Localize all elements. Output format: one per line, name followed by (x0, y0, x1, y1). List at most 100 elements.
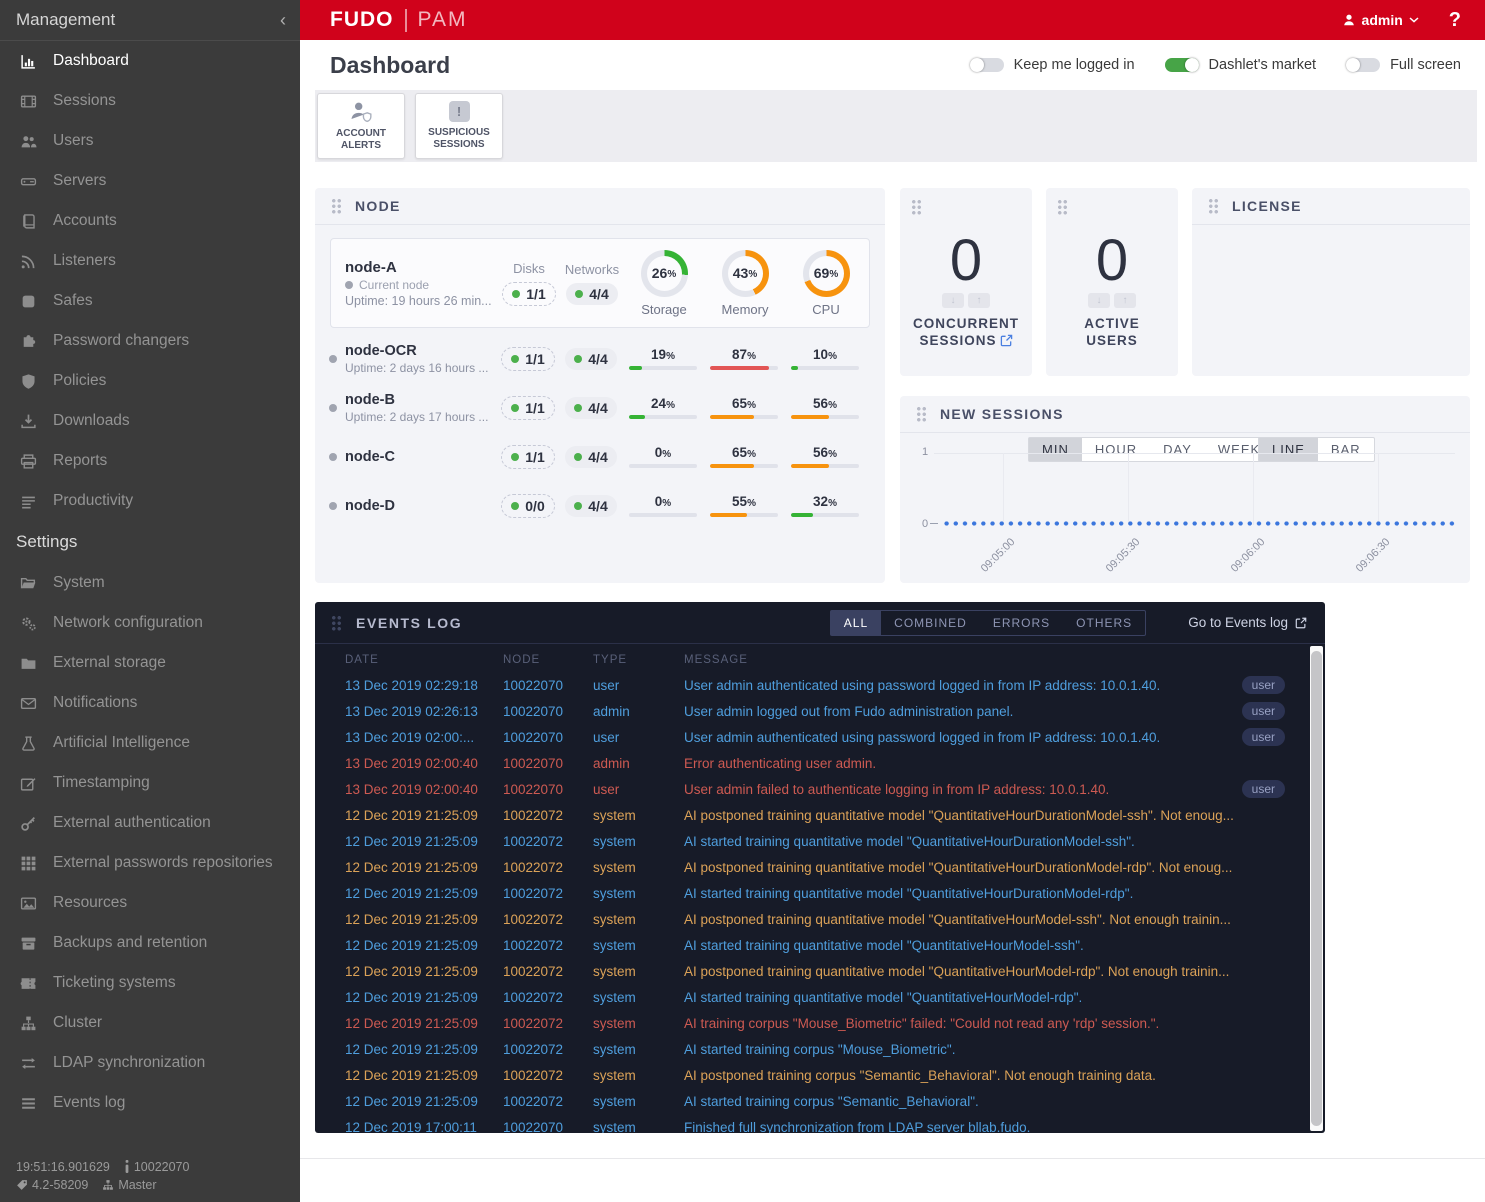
sidebar-item-timestamping[interactable]: Timestamping (0, 763, 300, 803)
sidebar-item-label: Resources (53, 894, 127, 912)
drag-handle-icon[interactable] (1208, 198, 1219, 214)
main-area: FUDO PAM admin ? Dashboard K (300, 0, 1485, 1202)
user-menu[interactable]: admin (1342, 12, 1419, 28)
sidebar-item-ldap-synchronization[interactable]: LDAP synchronization (0, 1043, 300, 1083)
event-row: 12 Dec 2019 21:25:09 10022072 system AI … (315, 880, 1325, 906)
chart-type-tab[interactable]: LINE (1259, 438, 1318, 461)
event-row: 12 Dec 2019 21:25:09 10022072 system AI … (315, 828, 1325, 854)
events-filter-tab[interactable]: ERRORS (980, 611, 1063, 635)
sidebar-item-password-changers[interactable]: Password changers (0, 321, 300, 361)
sidebar-item-backups-and-retention[interactable]: Backups and retention (0, 923, 300, 963)
new-sessions-title: NEW SESSIONS (940, 406, 1064, 422)
event-date: 12 Dec 2019 21:25:09 (345, 834, 503, 849)
drag-handle-icon[interactable] (331, 615, 342, 631)
networks-value: 4/4 (589, 286, 608, 302)
sidebar-item-reports[interactable]: Reports (0, 441, 300, 481)
networks-column: Networks 4/4 (560, 262, 624, 305)
event-node: 10022070 (503, 704, 593, 719)
toggle-group: Dashlet's market (1165, 57, 1317, 73)
help-button[interactable]: ? (1449, 9, 1461, 32)
sidebar-item-dashboard[interactable]: Dashboard (0, 41, 300, 81)
event-type: admin (593, 704, 684, 719)
user-shield-icon (348, 101, 374, 123)
sidebar-item-external-passwords-repositories[interactable]: External passwords repositories (0, 843, 300, 883)
sidebar-item-label: Dashboard (53, 52, 129, 70)
event-node: 10022072 (503, 938, 593, 953)
drag-handle-icon[interactable] (1057, 199, 1068, 215)
events-filter-tab[interactable]: OTHERS (1063, 611, 1145, 635)
drag-handle-icon[interactable] (911, 199, 922, 215)
drag-handle-icon[interactable] (916, 406, 927, 422)
event-date: 12 Dec 2019 21:25:09 (345, 912, 503, 927)
toggle-switch[interactable] (970, 58, 1004, 72)
sidebar-item-notifications[interactable]: Notifications (0, 683, 300, 723)
sidebar-item-policies[interactable]: Policies (0, 361, 300, 401)
event-date: 12 Dec 2019 21:25:09 (345, 990, 503, 1005)
sidebar-item-events-log[interactable]: Events log (0, 1083, 300, 1123)
account-alerts-dashlet[interactable]: ACCOUNT ALERTS (317, 93, 405, 159)
shield-icon (17, 373, 39, 390)
networks-cell: 4/4 (559, 495, 623, 517)
decrease-arrow-icon[interactable]: ↓ (942, 293, 964, 308)
download-icon (17, 413, 39, 430)
sidebar-item-ticketing-systems[interactable]: Ticketing systems (0, 963, 300, 1003)
event-type: system (593, 964, 684, 979)
sidebar-item-safes[interactable]: Safes (0, 281, 300, 321)
sidebar-item-system[interactable]: System (0, 563, 300, 603)
increase-arrow-icon[interactable]: ↑ (1114, 293, 1136, 308)
suspicious-sessions-dashlet[interactable]: ! SUSPICIOUS SESSIONS (415, 93, 503, 159)
info-icon (124, 1160, 130, 1173)
safe-icon (17, 293, 39, 310)
donut-gauge: 26 Storage (624, 250, 704, 317)
events-filter-tab[interactable]: ALL (831, 611, 881, 635)
chart-type-tab[interactable]: BAR (1318, 438, 1374, 461)
disks-cell: 1/1 (497, 347, 559, 371)
collapse-sidebar-icon[interactable]: ‹ (280, 11, 286, 29)
go-to-events-log-link[interactable]: Go to Events log (1188, 615, 1307, 630)
sidebar-item-external-storage[interactable]: External storage (0, 643, 300, 683)
sidebar-item-users[interactable]: Users (0, 121, 300, 161)
event-date: 12 Dec 2019 21:25:09 (345, 808, 503, 823)
sidebar-item-external-authentication[interactable]: External authentication (0, 803, 300, 843)
disks-value: 1/1 (526, 286, 545, 302)
cpu-value: 10 (785, 347, 865, 362)
range-tab[interactable]: MIN (1029, 438, 1082, 461)
sidebar-item-cluster[interactable]: Cluster (0, 1003, 300, 1043)
events-scrollbar (1310, 646, 1323, 1131)
node-name: node-A (345, 259, 498, 276)
sidebar-item-accounts[interactable]: Accounts (0, 201, 300, 241)
node-status-dot (329, 502, 337, 510)
event-date: 13 Dec 2019 02:00:40 (345, 782, 503, 797)
scrollbar-thumb[interactable] (1311, 651, 1322, 1126)
range-tab[interactable]: HOUR (1082, 438, 1150, 461)
event-message: AI postponed training quantitative model… (684, 808, 1235, 823)
range-tab[interactable]: DAY (1150, 438, 1205, 461)
sidebar-item-artificial-intelligence[interactable]: Artificial Intelligence (0, 723, 300, 763)
disks-pill: 1/1 (502, 282, 555, 306)
sidebar-item-sessions[interactable]: Sessions (0, 81, 300, 121)
event-row: 12 Dec 2019 21:25:09 10022072 system AI … (315, 1088, 1325, 1114)
events-filter-tab[interactable]: COMBINED (881, 611, 980, 635)
sidebar-item-label: LDAP synchronization (53, 1054, 205, 1072)
sidebar-item-productivity[interactable]: Productivity (0, 481, 300, 521)
increase-arrow-icon[interactable]: ↑ (968, 293, 990, 308)
green-dot-icon (511, 502, 519, 510)
external-link-icon[interactable] (1000, 334, 1013, 347)
sidebar-item-label: Sessions (53, 92, 116, 110)
node-uptime: Uptime: 2 days 17 hours ... (345, 410, 488, 424)
sidebar-item-downloads[interactable]: Downloads (0, 401, 300, 441)
event-type: system (593, 1120, 684, 1134)
brand-primary: FUDO (330, 8, 394, 32)
sidebar-item-resources[interactable]: Resources (0, 883, 300, 923)
column-header-date: DATE (345, 654, 503, 666)
sidebar-item-servers[interactable]: Servers (0, 161, 300, 201)
decrease-arrow-icon[interactable]: ↓ (1088, 293, 1110, 308)
toggle-switch[interactable] (1165, 58, 1199, 72)
event-message: AI started training corpus "Semantic_Beh… (684, 1094, 1235, 1109)
sidebar-item-listeners[interactable]: Listeners (0, 241, 300, 281)
drag-handle-icon[interactable] (331, 198, 342, 214)
toggle-switch[interactable] (1346, 58, 1380, 72)
sidebar-item-label: Timestamping (53, 774, 150, 792)
sidebar-item-network-configuration[interactable]: Network configuration (0, 603, 300, 643)
node-name: node-C (345, 449, 395, 465)
